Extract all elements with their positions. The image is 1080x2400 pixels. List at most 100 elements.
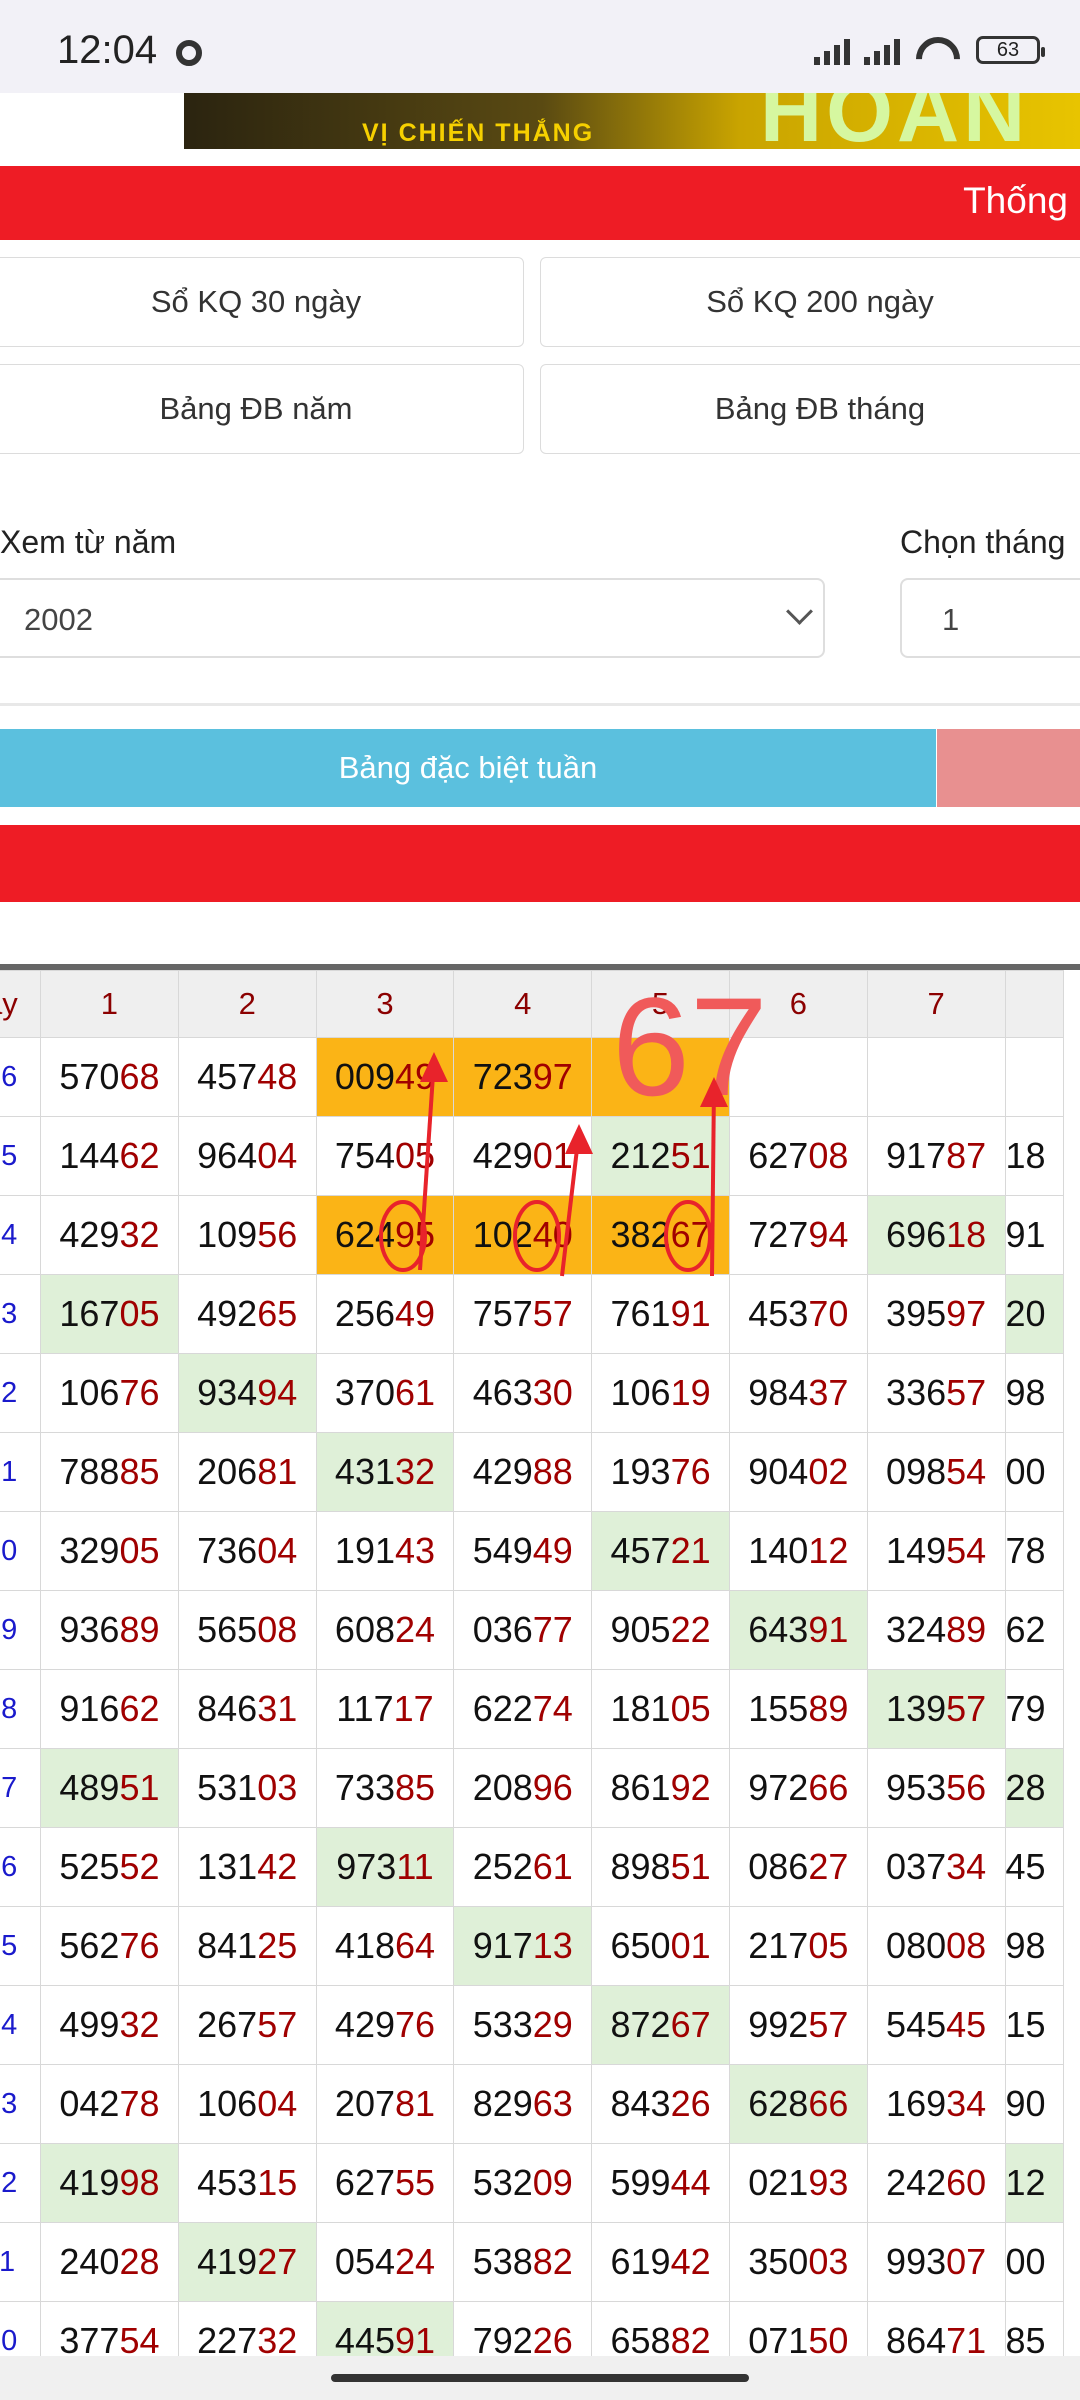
result-cell: 53882	[453, 2222, 593, 2302]
result-prefix: 418	[334, 1925, 395, 1966]
result-cell: 54949	[453, 1511, 593, 1591]
result-prefix: 846	[197, 1688, 258, 1729]
result-cell: 98	[1004, 1353, 1064, 1433]
result-tail: 56	[257, 1214, 298, 1255]
result-prefix: 736	[197, 1530, 258, 1571]
result-cell: 43132	[315, 1432, 455, 1512]
year-select[interactable]: 2002	[0, 578, 825, 658]
result-tail: 08	[808, 1135, 849, 1176]
result-tail: 01	[532, 1135, 573, 1176]
result-cell: 10676	[40, 1353, 179, 1433]
result-cell: 14954	[866, 1511, 1006, 1591]
result-prefix: 324	[886, 1609, 947, 1650]
month-select[interactable]: 1	[900, 578, 1080, 658]
result-cell: 25261	[453, 1827, 593, 1907]
result-tail: 08	[946, 1925, 987, 1966]
result-cell: 99257	[728, 1985, 868, 2065]
result-cell: 20896	[453, 1748, 593, 1828]
result-cell: 21251	[591, 1116, 730, 1196]
result-prefix: 139	[886, 1688, 947, 1729]
result-cell: 19143	[315, 1511, 455, 1591]
table-row: 155627684125418649171365001217050800898	[0, 1906, 1064, 1986]
result-cell: 20781	[315, 2064, 455, 2144]
result-tail: 91	[395, 2320, 436, 2361]
result-prefix: 208	[472, 1767, 533, 1808]
result-cell: 26757	[177, 1985, 317, 2065]
row-day: 22	[0, 1353, 42, 1433]
result-prefix: 431	[334, 1451, 395, 1492]
result-cell: 09854	[866, 1432, 1006, 1512]
result-prefix: 904	[748, 1451, 809, 1492]
result-prefix: 080	[886, 1925, 947, 1966]
banner-text-big: HOÀN	[760, 93, 1030, 149]
result-cell: 20681	[177, 1432, 317, 1512]
result-prefix: 155	[748, 1688, 809, 1729]
result-cell: 53103	[177, 1748, 317, 1828]
table-row: 144993226757429765332987267992575454515	[0, 1985, 1064, 2065]
result-cell: 90522	[591, 1590, 730, 1670]
result-prefix: 792	[472, 2320, 533, 2361]
result-cell: 33657	[866, 1353, 1006, 1433]
result-tail: 27	[257, 2241, 298, 2282]
result-prefix: 658	[610, 2320, 671, 2361]
so-kq-200-button[interactable]: Sổ KQ 200 ngày	[540, 257, 1080, 347]
result-tail: 57	[257, 2004, 298, 2045]
result-prefix: 85	[1005, 2320, 1046, 2361]
result-cell: 91	[1004, 1195, 1064, 1275]
result-tail: 54	[946, 1530, 987, 1571]
result-tail: 51	[670, 1135, 711, 1176]
result-prefix: 18	[1005, 1135, 1046, 1176]
result-prefix: 336	[886, 1372, 947, 1413]
result-tail: 32	[395, 1451, 436, 1492]
result-prefix: 191	[334, 1530, 395, 1571]
result-prefix: 28	[1005, 1767, 1046, 1808]
result-prefix: 144	[59, 1135, 120, 1176]
bang-db-nam-button[interactable]: Bảng ĐB năm	[0, 364, 524, 454]
result-prefix: 00	[1005, 2241, 1046, 2282]
result-prefix: 429	[59, 1214, 120, 1255]
result-cell: 11717	[315, 1669, 455, 1749]
ad-banner[interactable]: VỊ CHIẾN THẮNG HOÀN	[184, 93, 1080, 149]
result-tail: 09	[532, 2162, 573, 2203]
result-prefix: 149	[886, 1530, 947, 1571]
result-prefix: 843	[610, 2083, 671, 2124]
result-prefix: 457	[610, 1530, 671, 1571]
result-cell: 03734	[866, 1827, 1006, 1907]
result-cell: 62274	[453, 1669, 593, 1749]
home-indicator[interactable]	[331, 2374, 749, 2382]
result-tail: 21	[670, 1530, 711, 1571]
result-prefix: 140	[748, 1530, 809, 1571]
result-cell: 91713	[453, 1906, 593, 1986]
result-prefix: 021	[748, 2162, 809, 2203]
so-kq-30-button[interactable]: Sổ KQ 30 ngày	[0, 257, 524, 347]
header-col-4: 4	[453, 970, 593, 1038]
row-day: 15	[0, 1906, 42, 1986]
result-tail: 96	[532, 1767, 573, 1808]
result-prefix: 453	[748, 1293, 809, 1334]
weekly-special-button[interactable]: Bảng đặc biệt tuần	[0, 729, 936, 807]
table-row: 174895153103733852089686192972669535628	[0, 1748, 1064, 1828]
result-cell: 90402	[728, 1432, 868, 1512]
result-tail: 01	[670, 1925, 711, 1966]
result-cell: 53329	[453, 1985, 593, 2065]
header-col-3: 3	[315, 970, 455, 1038]
result-cell: 49932	[40, 1985, 179, 2065]
result-prefix: 98	[1005, 1925, 1046, 1966]
secondary-button[interactable]	[937, 729, 1080, 807]
result-prefix: 953	[886, 1767, 947, 1808]
result-cell: 93494	[177, 1353, 317, 1433]
result-prefix: 531	[197, 1767, 258, 1808]
result-prefix: 864	[886, 2320, 947, 2361]
result-prefix: 098	[886, 1451, 947, 1492]
result-tail: 91	[670, 1293, 711, 1334]
result-tail: 05	[119, 1530, 160, 1571]
section-title: Thống	[963, 180, 1068, 221]
result-tail: 37	[808, 1372, 849, 1413]
result-cell: 91662	[40, 1669, 179, 1749]
result-cell: 45370	[728, 1274, 868, 1354]
result-tail: 76	[670, 1451, 711, 1492]
result-tail: 57	[808, 2004, 849, 2045]
result-prefix: 042	[59, 2083, 120, 2124]
result-tail: 04	[257, 1135, 298, 1176]
bang-db-thang-button[interactable]: Bảng ĐB tháng	[540, 364, 1080, 454]
